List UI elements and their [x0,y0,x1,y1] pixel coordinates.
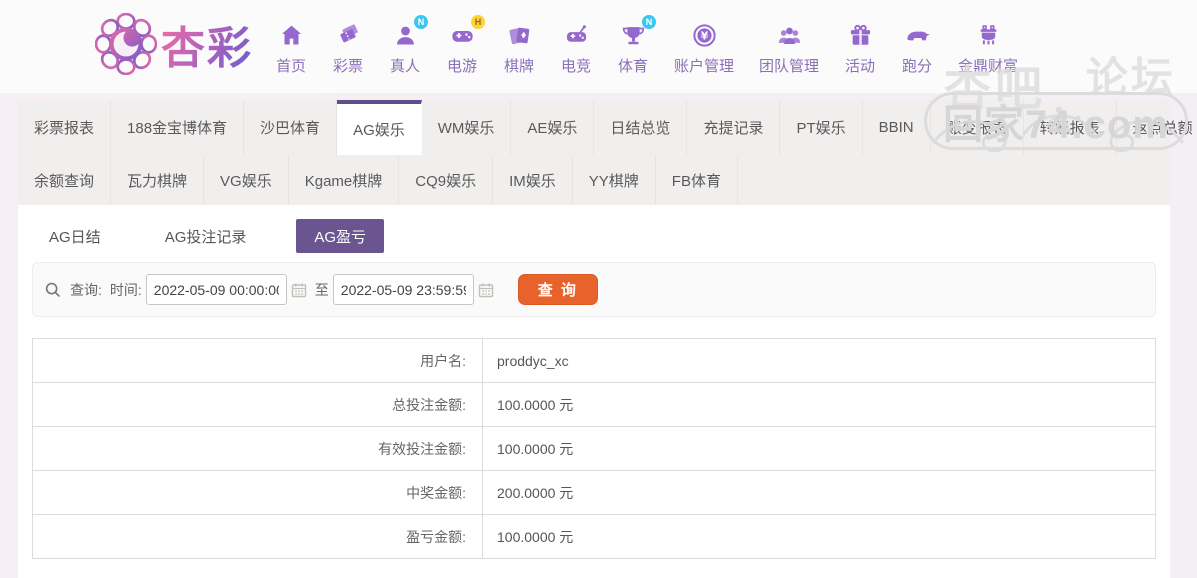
tab-wm-entertainment[interactable]: WM娱乐 [422,100,512,155]
tab-pt-entertainment[interactable]: PT娱乐 [780,100,863,155]
tab-row-1: 彩票报表 188金宝博体育 沙巴体育 AG娱乐 WM娱乐 AE娱乐 日结总览 充… [18,100,1193,155]
home-icon [276,20,306,50]
to-label: 至 [314,281,329,298]
query-label: 查询: [70,281,102,298]
nav-item-team-mgmt[interactable]: 团队管理 [759,20,819,76]
tab-rebate-total[interactable]: 返点总额 [1117,100,1197,155]
tab-ag-entertainment-active[interactable]: AG娱乐 [337,100,422,155]
row-value: 100.0000 元 [482,382,1156,427]
ding-vessel-icon [973,20,1003,50]
lotus-logo-icon [95,13,157,75]
header: 杏彩 首页 彩票 N 真人 H 电游 棋牌 电竞 N 体育 ¥ 账户管理 团队管… [0,0,1197,93]
tab-row-2: 余额查询 瓦力棋牌 VG娱乐 Kgame棋牌 CQ9娱乐 IM娱乐 YY棋牌 F… [18,155,1170,205]
esports-icon [561,20,591,50]
new-badge: N [414,15,428,29]
gamepad-icon: H [447,15,485,50]
table-row-username: 用户名: proddyc_xc [32,338,1156,383]
row-label: 用户名: [32,338,483,383]
site-logo[interactable]: 杏彩 [95,12,253,76]
tab-cq9-entertainment[interactable]: CQ9娱乐 [399,155,494,205]
nav-item-jinding-wealth[interactable]: 金鼎财富 [958,20,1018,76]
tab-im-entertainment[interactable]: IM娱乐 [493,155,573,205]
ticket-icon [333,20,363,50]
row-label: 盈亏金额: [32,514,483,559]
table-row-valid-bet: 有效投注金额: 100.0000 元 [32,426,1156,471]
row-value: proddyc_xc [482,338,1156,383]
tab-188-jinbaobo-sports[interactable]: 188金宝博体育 [111,100,245,155]
rhino-icon [902,20,932,50]
end-time-input[interactable] [332,274,474,305]
team-icon [774,20,804,50]
calendar-icon-end[interactable] [478,282,494,298]
nav-item-boardcards[interactable]: 棋牌 [503,20,535,76]
new-badge: N [642,15,656,29]
yuan-coin-icon: ¥ [689,20,719,50]
subtab-ag-daily[interactable]: AG日结 [35,219,115,253]
table-row-total-bet: 总投注金额: 100.0000 元 [32,382,1156,427]
tab-transfer-report[interactable]: 转账报表 [1024,100,1117,155]
tab-fb-sports[interactable]: FB体育 [656,155,738,205]
nav-item-paofen[interactable]: 跑分 [901,20,933,76]
main-nav: 首页 彩票 N 真人 H 电游 棋牌 电竞 N 体育 ¥ 账户管理 团队管理 活… [275,12,1018,76]
search-icon [44,281,62,299]
svg-text:¥: ¥ [700,29,708,42]
hot-badge: H [471,15,485,29]
cards-icon [504,20,534,50]
gift-icon [845,20,875,50]
table-row-profit-loss: 盈亏金额: 100.0000 元 [32,514,1156,559]
nav-item-promotions[interactable]: 活动 [844,20,876,76]
tab-shaba-sports[interactable]: 沙巴体育 [244,100,338,155]
profit-loss-table: 用户名: proddyc_xc 总投注金额: 100.0000 元 有效投注金额… [32,338,1156,559]
tab-ae-entertainment[interactable]: AE娱乐 [511,100,595,155]
logo-text: 杏彩 [161,12,253,76]
row-value: 200.0000 元 [482,470,1156,515]
row-value: 100.0000 元 [482,426,1156,471]
time-label: 时间: [109,281,142,298]
tab-account-change-report[interactable]: 账变报表 [931,100,1024,155]
tab-yy-boardcards[interactable]: YY棋牌 [573,155,656,205]
tab-bbin[interactable]: BBIN [863,100,931,155]
ag-subtabs: AG日结 AG投注记录 AG盈亏 [18,205,1170,253]
tab-deposit-withdraw-records[interactable]: 充提记录 [687,100,781,155]
subtab-ag-profit-loss-active[interactable]: AG盈亏 [296,219,385,253]
report-tabbar: 彩票报表 188金宝博体育 沙巴体育 AG娱乐 WM娱乐 AE娱乐 日结总览 充… [18,100,1193,205]
nav-item-live[interactable]: N 真人 [389,15,428,76]
calendar-icon-start[interactable] [291,282,307,298]
nav-item-egames[interactable]: H 电游 [446,15,485,76]
row-label: 总投注金额: [32,382,483,427]
query-panel: 查询: 时间: 至 查 询 [32,262,1156,317]
tab-balance-query[interactable]: 余额查询 [18,155,112,205]
tab-daily-summary[interactable]: 日结总览 [594,100,688,155]
row-label: 有效投注金额: [32,426,483,471]
start-time-input[interactable] [145,274,287,305]
tab-kgame-boardcards[interactable]: Kgame棋牌 [289,155,400,205]
tab-vg-entertainment[interactable]: VG娱乐 [204,155,289,205]
content-panel: AG日结 AG投注记录 AG盈亏 查询: 时间: 至 查 询 用户名: prod… [18,205,1170,578]
row-value: 100.0000 元 [482,514,1156,559]
tab-wali-boardcards[interactable]: 瓦力棋牌 [111,155,205,205]
tab-lottery-report[interactable]: 彩票报表 [18,100,112,155]
nav-item-sports[interactable]: N 体育 [617,15,656,76]
row-label: 中奖金额: [32,470,483,515]
nav-item-esports[interactable]: 电竞 [560,20,592,76]
subtab-ag-bet-records[interactable]: AG投注记录 [151,219,261,253]
live-person-icon: N [390,15,428,50]
query-submit-button[interactable]: 查 询 [517,274,598,305]
nav-item-home[interactable]: 首页 [275,20,307,76]
table-row-winnings: 中奖金额: 200.0000 元 [32,470,1156,515]
trophy-icon: N [618,15,656,50]
nav-item-account-mgmt[interactable]: ¥ 账户管理 [674,20,734,76]
nav-item-lottery[interactable]: 彩票 [332,20,364,76]
